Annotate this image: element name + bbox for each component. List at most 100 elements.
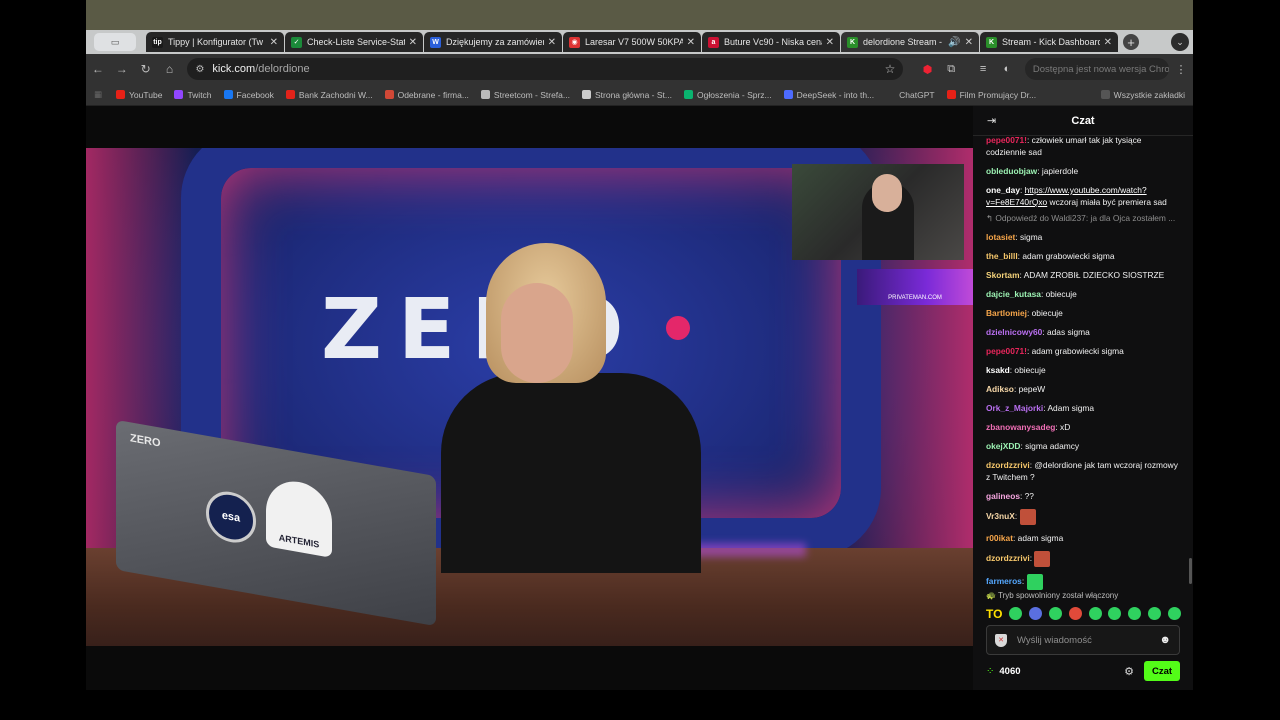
tab-close-icon[interactable]: ✕ <box>409 37 417 48</box>
send-chat-button[interactable]: Czat <box>1144 661 1180 681</box>
emoji-icon[interactable]: ☻ <box>1159 634 1171 646</box>
bookmark-item[interactable]: Odebrane - firma... <box>384 90 469 100</box>
bookmark-item[interactable]: Ogłoszenia - Sprz... <box>684 90 772 100</box>
emote-4[interactable] <box>1068 606 1082 620</box>
bookmark-label: Bank Zachodni W... <box>298 89 373 100</box>
bookmark-item[interactable]: Twitch <box>174 90 212 100</box>
extensions-puzzle-icon[interactable]: ⧉ <box>939 63 963 76</box>
browser-tab[interactable]: K Stream - Kick Dashboard ✕ <box>980 32 1118 52</box>
chat-text: wczoraj miała być premiera sad <box>1049 197 1167 207</box>
bookmark-item[interactable]: Film Promujący Dr... <box>946 90 1036 100</box>
chat-username[interactable]: lotasiet <box>986 232 1015 242</box>
new-tab-button[interactable]: + <box>1123 34 1139 50</box>
browser-tab[interactable]: W Dziękujemy za zamówien ✕ <box>424 32 562 52</box>
tab-close-icon[interactable]: ✕ <box>270 37 278 48</box>
browser-tab[interactable]: ◉ Laresar V7 500W 50KPA ✕ <box>563 32 701 52</box>
update-chrome-banner[interactable]: Dostępna jest nowa wersja Chrome <box>1024 58 1170 80</box>
emote-to[interactable]: TO <box>986 607 1002 621</box>
sponsor-banner: PRIVATEMAN.COM <box>857 269 973 305</box>
emote-3[interactable] <box>1048 606 1062 620</box>
chat-emote[interactable] <box>1034 551 1051 567</box>
bookmark-item[interactable]: DeepSeek - into th... <box>783 89 875 100</box>
chat-username[interactable]: Adikso <box>986 384 1014 394</box>
chat-username[interactable]: pepe0071! <box>986 136 1027 145</box>
chat-settings-icon[interactable]: ⚙ <box>1124 665 1134 678</box>
browser-tab[interactable]: ✓ Check-Liste Service-Stat ✕ <box>285 32 423 52</box>
video-player[interactable]: ZERO ZERO esa ARTEMIS PRIVATEMAN.COM <box>86 106 973 690</box>
bookmark-star-icon[interactable]: ☆ <box>885 62 896 76</box>
browser-tab[interactable]: Kdelordione Stream - 🔊 ✕ <box>841 32 979 52</box>
chat-username[interactable]: dajcie_kutasa <box>986 289 1041 299</box>
browser-tab[interactable]: a Buture Vc90 - Niska cena ✕ <box>702 32 840 52</box>
tab-close-icon[interactable]: ✕ <box>965 37 973 48</box>
chat-username[interactable]: okejXDD <box>986 441 1020 451</box>
chat-username[interactable]: Bartlomiej <box>986 308 1027 318</box>
emote-9[interactable] <box>1167 606 1181 620</box>
tab-groups-button[interactable]: ▭ <box>94 33 136 51</box>
chat-username[interactable]: galineos <box>986 491 1020 501</box>
chat-username[interactable]: r00ikat <box>986 533 1013 543</box>
apps-grid-icon[interactable]: ▦ <box>94 89 102 100</box>
home-icon[interactable]: ⌂ <box>158 62 182 76</box>
reload-icon[interactable]: ↻ <box>134 62 158 76</box>
chat-username[interactable]: dzordzzrivi <box>986 460 1030 470</box>
bookmark-item[interactable]: Bank Zachodni W... <box>285 89 373 100</box>
bookmark-item[interactable]: Facebook <box>223 90 274 100</box>
chat-username[interactable]: dzielnicowy60 <box>986 327 1042 337</box>
chat-scrollbar[interactable] <box>1189 558 1192 584</box>
bookmark-item[interactable]: Strona główna - St... <box>581 90 672 100</box>
bookmark-item[interactable]: ChatGPT <box>886 90 935 100</box>
emote-6[interactable] <box>1108 606 1122 620</box>
chat-input-box[interactable]: ✕ ☻ <box>986 625 1180 655</box>
tab-favicon-icon: K <box>986 36 997 48</box>
bookmark-label: DeepSeek - into th... <box>796 89 875 100</box>
tab-close-icon[interactable]: ✕ <box>1104 37 1112 48</box>
collapse-chat-icon[interactable]: ⇥ <box>987 114 996 127</box>
site-info-icon[interactable]: ⚙ <box>195 64 204 75</box>
browser-tab[interactable]: tip Tippy | Konfigurator (Tw ✕ <box>146 32 284 52</box>
presenter <box>441 243 701 573</box>
tab-close-icon[interactable]: ✕ <box>687 37 695 48</box>
extension-shield-icon[interactable]: ⬢ <box>915 63 939 76</box>
moderator-shield-icon[interactable]: ✕ <box>995 633 1007 647</box>
chat-emote[interactable] <box>1026 574 1043 590</box>
chat-username[interactable]: Vr3nuX <box>986 511 1015 521</box>
media-controls-icon[interactable]: ≡ <box>971 63 995 75</box>
channel-points-icon[interactable]: ⁘ <box>986 666 994 677</box>
chat-username[interactable]: ksakd <box>986 365 1010 375</box>
bookmark-item[interactable]: Streetcom - Strefa... <box>480 90 570 100</box>
tab-favicon-icon: W <box>430 36 441 48</box>
chat-username[interactable]: farmeros <box>986 576 1022 586</box>
browser-toolbar: ← → ↻ ⌂ ⚙ kick.com/delordione ☆ ⬢ ⧉ ≡ ◐ … <box>86 54 1193 84</box>
chat-username[interactable]: Skortam <box>986 270 1020 280</box>
emote-7[interactable] <box>1128 606 1142 620</box>
chat-message-input[interactable] <box>1017 634 1160 646</box>
tab-audio-icon[interactable]: 🔊 <box>948 37 960 48</box>
tab-title: Check-Liste Service-Stat <box>307 37 405 47</box>
tab-close-icon[interactable]: ✕ <box>826 37 834 48</box>
chrome-menu-icon[interactable]: ⋮ <box>1169 63 1193 76</box>
chat-username[interactable]: the_billl <box>986 251 1018 261</box>
chat-username[interactable]: pepe0071! <box>986 346 1027 356</box>
chat-messages[interactable]: pepe0071!: człowiek umarł tak jak tysiąc… <box>973 136 1193 590</box>
tab-close-icon[interactable]: ✕ <box>548 37 556 48</box>
address-bar[interactable]: ⚙ kick.com/delordione ☆ <box>187 58 904 80</box>
tab-search-button[interactable]: ⌄ <box>1171 33 1189 51</box>
chat-emote[interactable] <box>1019 509 1036 525</box>
profile-icon[interactable]: ◐ <box>995 63 1019 75</box>
chat-username[interactable]: one_day <box>986 185 1020 195</box>
chat-username[interactable]: dzordzzrivi <box>986 553 1030 563</box>
chat-username[interactable]: obleduobjaw <box>986 166 1037 176</box>
emote-2[interactable] <box>1029 606 1043 620</box>
bookmark-item[interactable]: YouTube <box>116 90 162 100</box>
emote-1[interactable] <box>1009 606 1023 620</box>
emote-8[interactable] <box>1148 606 1162 620</box>
chat-reply-preview[interactable]: ↰ Odpowiedź do Waldi237: ja dla Ojca zos… <box>986 212 1180 224</box>
chat-username[interactable]: zbanowanysadeg <box>986 422 1055 432</box>
slow-mode-icon: 🐢 <box>986 591 999 600</box>
forward-icon[interactable]: → <box>110 62 134 76</box>
emote-5[interactable] <box>1088 606 1102 620</box>
all-bookmarks-button[interactable]: Wszystkie zakładki <box>1100 90 1185 100</box>
chat-username[interactable]: Ork_z_Majorki <box>986 403 1043 413</box>
back-icon[interactable]: ← <box>86 62 110 76</box>
